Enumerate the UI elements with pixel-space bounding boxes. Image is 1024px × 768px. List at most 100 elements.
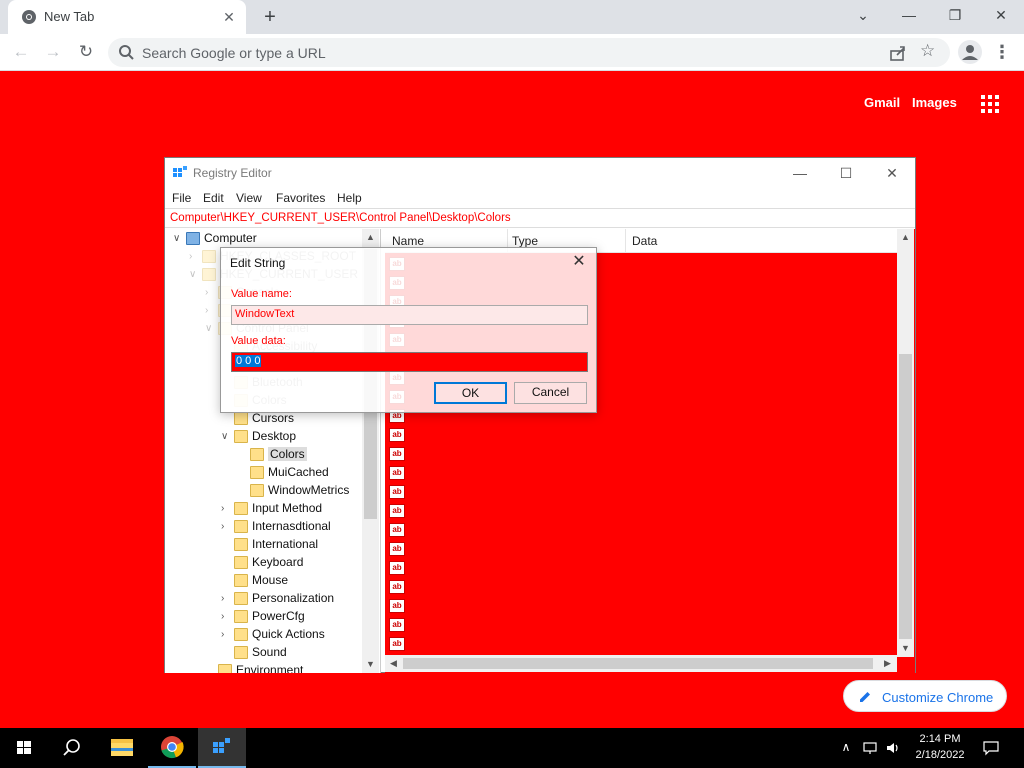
string-value-icon[interactable]: ab bbox=[389, 504, 405, 518]
string-value-icon[interactable]: ab bbox=[389, 447, 405, 461]
string-value-icon[interactable]: ab bbox=[389, 637, 405, 651]
chevron-right-icon[interactable]: › bbox=[205, 284, 217, 302]
regedit-close-button[interactable]: ✕ bbox=[869, 158, 915, 188]
scroll-up-icon[interactable]: ▲ bbox=[897, 229, 914, 246]
regedit-address-bar[interactable]: Computer\HKEY_CURRENT_USER\Control Panel… bbox=[165, 208, 915, 228]
menu-edit[interactable]: Edit bbox=[203, 191, 224, 205]
tree-node[interactable]: Sound bbox=[165, 644, 361, 662]
scroll-right-icon[interactable]: ▶ bbox=[879, 655, 896, 672]
tree-node[interactable]: › Quick Actions bbox=[165, 626, 361, 644]
cancel-button[interactable]: Cancel bbox=[514, 382, 587, 404]
string-value-icon[interactable]: ab bbox=[389, 580, 405, 594]
values-vertical-scrollbar[interactable]: ▲ ▼ bbox=[897, 229, 914, 657]
chevron-down-icon[interactable]: ∨ bbox=[205, 320, 217, 338]
google-apps-icon[interactable] bbox=[981, 95, 999, 113]
tab-search-icon[interactable]: ⌄ bbox=[840, 0, 886, 30]
scroll-left-icon[interactable]: ◀ bbox=[385, 655, 402, 672]
reload-button[interactable]: ↻ bbox=[73, 39, 99, 65]
chevron-right-icon[interactable]: › bbox=[221, 626, 233, 644]
tree-node[interactable]: ∨ Computer bbox=[165, 230, 361, 248]
chevron-right-icon[interactable]: › bbox=[221, 590, 233, 608]
tray-chevron-icon[interactable]: ∧ bbox=[838, 740, 854, 756]
column-name[interactable]: Name bbox=[392, 234, 424, 248]
chevron-down-icon[interactable]: ∨ bbox=[173, 230, 185, 248]
new-tab-button[interactable]: + bbox=[258, 5, 282, 29]
values-horizontal-scrollbar[interactable]: ◀ ▶ bbox=[385, 655, 897, 672]
menu-view[interactable]: View bbox=[236, 191, 262, 205]
folder-icon bbox=[234, 646, 248, 659]
close-window-button[interactable]: ✕ bbox=[978, 0, 1024, 30]
tree-node[interactable]: Colors bbox=[165, 446, 361, 464]
regedit-maximize-button[interactable]: ☐ bbox=[823, 158, 869, 188]
menu-help[interactable]: Help bbox=[337, 191, 362, 205]
dialog-close-icon[interactable]: ✕ bbox=[566, 251, 592, 273]
gmail-link[interactable]: Gmail bbox=[864, 95, 900, 110]
windows-taskbar: ∧ 2:14 PM 2/18/2022 bbox=[0, 728, 1024, 768]
search-taskbar-button[interactable] bbox=[48, 728, 96, 768]
customize-chrome-button[interactable]: Customize Chrome bbox=[843, 680, 1007, 712]
share-icon[interactable] bbox=[888, 43, 908, 63]
notifications-icon[interactable] bbox=[983, 740, 999, 756]
value-name-field[interactable]: WindowText bbox=[231, 305, 588, 325]
string-value-icon[interactable]: ab bbox=[389, 542, 405, 556]
tree-node[interactable]: Mouse bbox=[165, 572, 361, 590]
menu-file[interactable]: File bbox=[172, 191, 191, 205]
column-type[interactable]: Type bbox=[512, 234, 538, 248]
chrome-menu-button[interactable]: ⋮ bbox=[992, 39, 1012, 65]
scroll-down-icon[interactable]: ▼ bbox=[362, 656, 379, 673]
tree-node[interactable]: › PowerCfg bbox=[165, 608, 361, 626]
value-name-label: Value name: bbox=[231, 288, 292, 300]
tree-node[interactable]: WindowMetrics bbox=[165, 482, 361, 500]
file-explorer-taskbar-button[interactable] bbox=[98, 728, 146, 768]
ok-button[interactable]: OK bbox=[434, 382, 507, 404]
chevron-down-icon[interactable]: ∨ bbox=[221, 428, 233, 446]
chevron-down-icon[interactable]: ∨ bbox=[189, 266, 201, 284]
string-value-icon[interactable]: ab bbox=[389, 523, 405, 537]
taskbar-time[interactable]: 2:14 PM bbox=[908, 733, 972, 745]
minimize-button[interactable]: — bbox=[886, 0, 932, 30]
tree-node[interactable]: › Internasdtional bbox=[165, 518, 361, 536]
tree-node[interactable]: › Input Method bbox=[165, 500, 361, 518]
tree-node[interactable]: › Personalization bbox=[165, 590, 361, 608]
registry-editor-titlebar[interactable]: Registry Editor — ☐ ✕ bbox=[165, 158, 915, 188]
profile-avatar[interactable] bbox=[958, 40, 982, 64]
string-value-icon[interactable]: ab bbox=[389, 485, 405, 499]
bookmark-star-icon[interactable]: ☆ bbox=[920, 41, 940, 61]
back-button[interactable]: ← bbox=[8, 39, 34, 65]
regedit-minimize-button[interactable]: — bbox=[777, 158, 823, 188]
string-value-icon[interactable]: ab bbox=[389, 561, 405, 575]
forward-button[interactable]: → bbox=[40, 39, 66, 65]
string-value-icon[interactable]: ab bbox=[389, 599, 405, 613]
address-bar[interactable]: Search Google or type a URL ☆ bbox=[108, 38, 950, 67]
chevron-right-icon[interactable]: › bbox=[189, 248, 201, 266]
tree-node[interactable]: Keyboard bbox=[165, 554, 361, 572]
string-value-icon[interactable]: ab bbox=[389, 618, 405, 632]
regedit-taskbar-button[interactable] bbox=[198, 728, 246, 768]
chrome-taskbar-button[interactable] bbox=[148, 728, 196, 768]
value-data-field[interactable]: 0 0 0 bbox=[231, 352, 588, 372]
tree-node[interactable]: International bbox=[165, 536, 361, 554]
string-value-icon[interactable]: ab bbox=[389, 466, 405, 480]
chevron-right-icon[interactable]: › bbox=[221, 608, 233, 626]
tree-node[interactable]: ∨ Desktop bbox=[165, 428, 361, 446]
taskbar-date[interactable]: 2/18/2022 bbox=[908, 749, 972, 761]
images-link[interactable]: Images bbox=[912, 95, 957, 110]
tab-close-icon[interactable]: ✕ bbox=[220, 8, 238, 26]
menu-favorites[interactable]: Favorites bbox=[276, 191, 325, 205]
tree-node[interactable]: Environment bbox=[165, 662, 361, 673]
tree-node[interactable]: MuiCached bbox=[165, 464, 361, 482]
values-hscroll-thumb[interactable] bbox=[403, 658, 873, 669]
chevron-right-icon[interactable]: › bbox=[221, 500, 233, 518]
volume-icon[interactable] bbox=[885, 740, 901, 756]
start-button[interactable] bbox=[0, 728, 48, 768]
tab-new-tab[interactable]: New Tab ✕ bbox=[8, 0, 246, 34]
scroll-down-icon[interactable]: ▼ bbox=[897, 640, 914, 657]
column-data[interactable]: Data bbox=[632, 234, 657, 248]
restore-button[interactable]: ❐ bbox=[932, 0, 978, 30]
chevron-right-icon[interactable]: › bbox=[205, 302, 217, 320]
values-scroll-thumb[interactable] bbox=[899, 354, 912, 639]
network-icon[interactable] bbox=[862, 740, 878, 756]
scroll-up-icon[interactable]: ▲ bbox=[362, 229, 379, 246]
string-value-icon[interactable]: ab bbox=[389, 428, 405, 442]
chevron-right-icon[interactable]: › bbox=[221, 518, 233, 536]
